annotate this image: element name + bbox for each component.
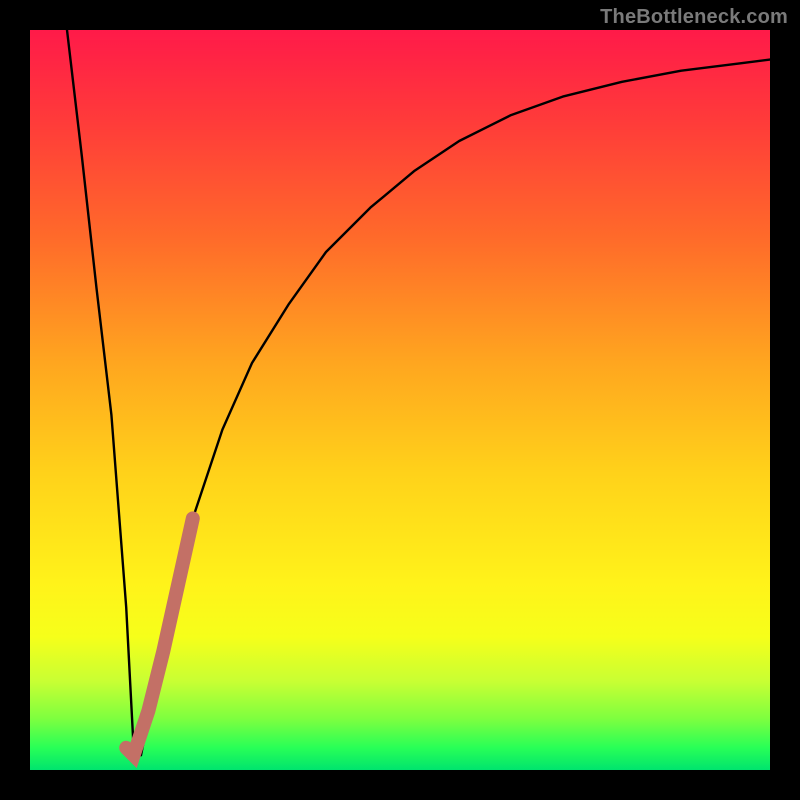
watermark-text: TheBottleneck.com — [600, 6, 788, 29]
highlight-segment — [126, 518, 193, 755]
bottleneck-curve — [67, 30, 770, 755]
curve-layer — [30, 30, 770, 770]
chart-frame: TheBottleneck.com — [0, 0, 800, 800]
plot-area — [30, 30, 770, 770]
